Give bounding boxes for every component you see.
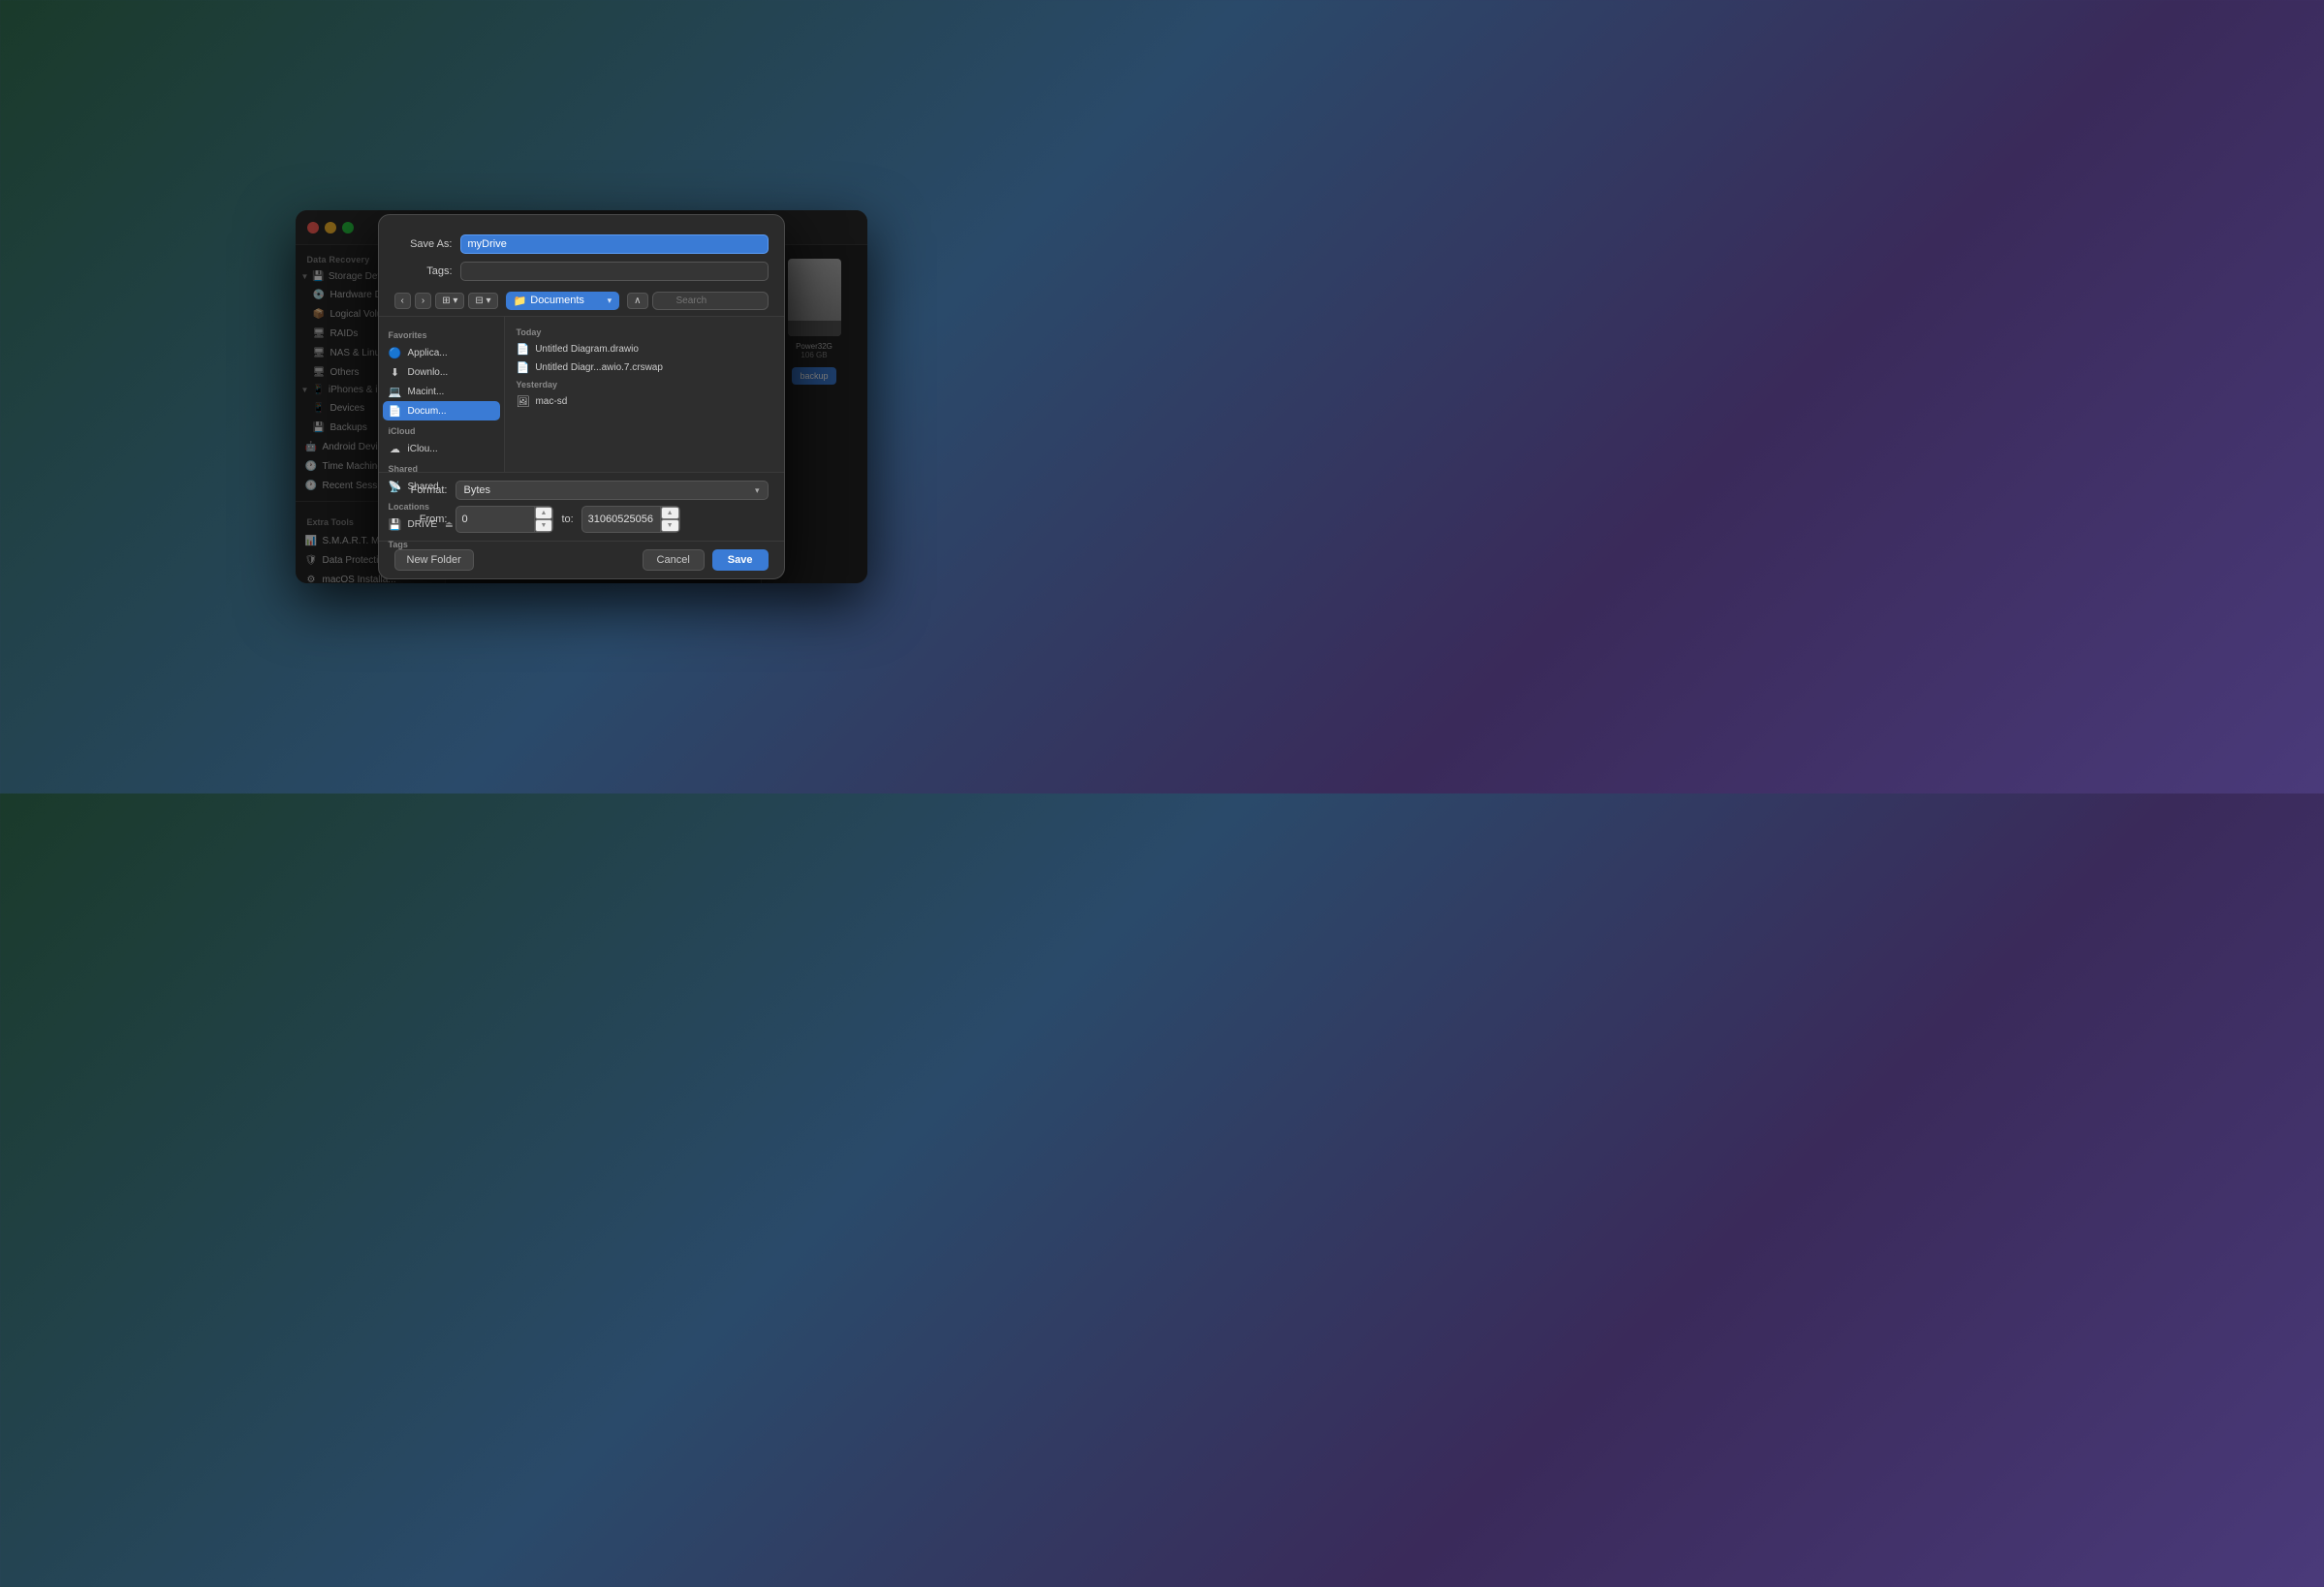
save-as-input[interactable]: [460, 234, 769, 254]
file-name-drawio: Untitled Diagram.drawio: [535, 344, 639, 355]
favorites-section-label: Favorites: [379, 325, 504, 343]
to-decrement-button[interactable]: ▼: [661, 519, 679, 532]
location-dropdown[interactable]: 📁 Documents ▾: [506, 292, 620, 310]
format-value: Bytes: [464, 484, 491, 496]
from-input-wrap: ▲ ▼: [455, 506, 554, 533]
dialog-sidebar-item-applications[interactable]: 🔵 Applica...: [379, 343, 504, 362]
yesterday-header: Yesterday: [505, 377, 784, 392]
icloud-label: iClou...: [408, 444, 438, 454]
dialog-sidebar-item-downloads[interactable]: ⬇ Downlo...: [379, 362, 504, 382]
to-spinner: ▲ ▼: [660, 507, 679, 532]
search-input[interactable]: [652, 292, 769, 310]
dialog-sidebar-item-macintosh[interactable]: 💻 Macint...: [379, 382, 504, 401]
from-label: From:: [394, 513, 448, 525]
format-label: Format:: [394, 484, 448, 496]
to-label: to:: [561, 513, 573, 525]
dialog-overlay: Save As: Tags: ‹ › ⊞ ▾ ⊟ ▾ 📁 Documents: [296, 210, 867, 583]
file-icon-macsd: 🖼: [517, 395, 530, 408]
file-name-macsd: mac-sd: [535, 396, 567, 407]
downloads-label: Downlo...: [408, 367, 449, 378]
today-header: Today: [505, 325, 784, 340]
file-item-macsd[interactable]: 🖼 mac-sd: [505, 392, 784, 411]
from-spinner: ▲ ▼: [534, 507, 553, 532]
save-as-row: Save As:: [379, 231, 784, 258]
downloads-icon: ⬇: [389, 365, 402, 379]
tags-row: Tags:: [379, 258, 784, 285]
format-select[interactable]: Bytes ▾: [455, 481, 769, 500]
tags-label: Tags:: [394, 265, 453, 277]
shared-section-label: Shared: [379, 458, 504, 477]
dialog-sidebar-item-icloud[interactable]: ☁ iClou...: [379, 439, 504, 458]
from-increment-button[interactable]: ▲: [535, 507, 553, 519]
expand-button[interactable]: ∧: [627, 293, 647, 309]
to-input[interactable]: [582, 511, 660, 528]
documents-label: Docum...: [408, 406, 447, 417]
file-icon-drawio: 📄: [517, 343, 530, 356]
search-wrapper: 🔍: [652, 291, 769, 310]
chevron-down-icon3: ▾: [608, 296, 612, 306]
macintosh-label: Macint...: [408, 387, 445, 397]
from-decrement-button[interactable]: ▼: [535, 519, 553, 532]
new-folder-button[interactable]: New Folder: [394, 549, 474, 571]
to-input-wrap: ▲ ▼: [581, 506, 680, 533]
dialog-sidebar-item-documents[interactable]: 📄 Docum...: [383, 401, 500, 420]
applications-label: Applica...: [408, 348, 448, 358]
forward-button[interactable]: ›: [415, 293, 431, 309]
back-button[interactable]: ‹: [394, 293, 411, 309]
to-increment-button[interactable]: ▲: [661, 507, 679, 519]
applications-icon: 🔵: [389, 346, 402, 359]
location-label: Documents: [530, 295, 607, 306]
file-item-crswap[interactable]: 📄 Untitled Diagr...awio.7.crswap: [505, 358, 784, 377]
footer-right: Cancel Save: [643, 549, 769, 571]
icloud-icon: ☁: [389, 442, 402, 455]
dialog-body: Save As: Tags: ‹ › ⊞ ▾ ⊟ ▾ 📁 Documents: [379, 215, 784, 578]
from-input[interactable]: [456, 511, 534, 528]
folder-icon: 📁: [514, 295, 527, 307]
dialog-content-area: Favorites 🔵 Applica... ⬇ Downlo... 💻 Mac…: [379, 317, 784, 472]
view-list-button[interactable]: ⊟ ▾: [468, 293, 497, 309]
dialog-file-list: Today 📄 Untitled Diagram.drawio 📄 Untitl…: [505, 317, 784, 472]
save-dialog: Save As: Tags: ‹ › ⊞ ▾ ⊟ ▾ 📁 Documents: [378, 214, 785, 579]
view-grid-button[interactable]: ⊞ ▾: [435, 293, 464, 309]
documents-icon: 📄: [389, 404, 402, 418]
tags-input[interactable]: [460, 262, 769, 281]
save-as-label: Save As:: [394, 238, 453, 250]
dialog-sidebar: Favorites 🔵 Applica... ⬇ Downlo... 💻 Mac…: [379, 317, 505, 472]
save-button[interactable]: Save: [712, 549, 769, 571]
cancel-button[interactable]: Cancel: [643, 549, 705, 571]
dialog-toolbar: ‹ › ⊞ ▾ ⊟ ▾ 📁 Documents ▾ ∧ 🔍: [379, 285, 784, 317]
format-chevron-icon: ▾: [755, 485, 760, 496]
file-name-crswap: Untitled Diagr...awio.7.crswap: [535, 362, 663, 373]
file-icon-crswap: 📄: [517, 361, 530, 374]
icloud-section-label: iCloud: [379, 420, 504, 439]
file-item-drawio[interactable]: 📄 Untitled Diagram.drawio: [505, 340, 784, 358]
macintosh-icon: 💻: [389, 385, 402, 398]
